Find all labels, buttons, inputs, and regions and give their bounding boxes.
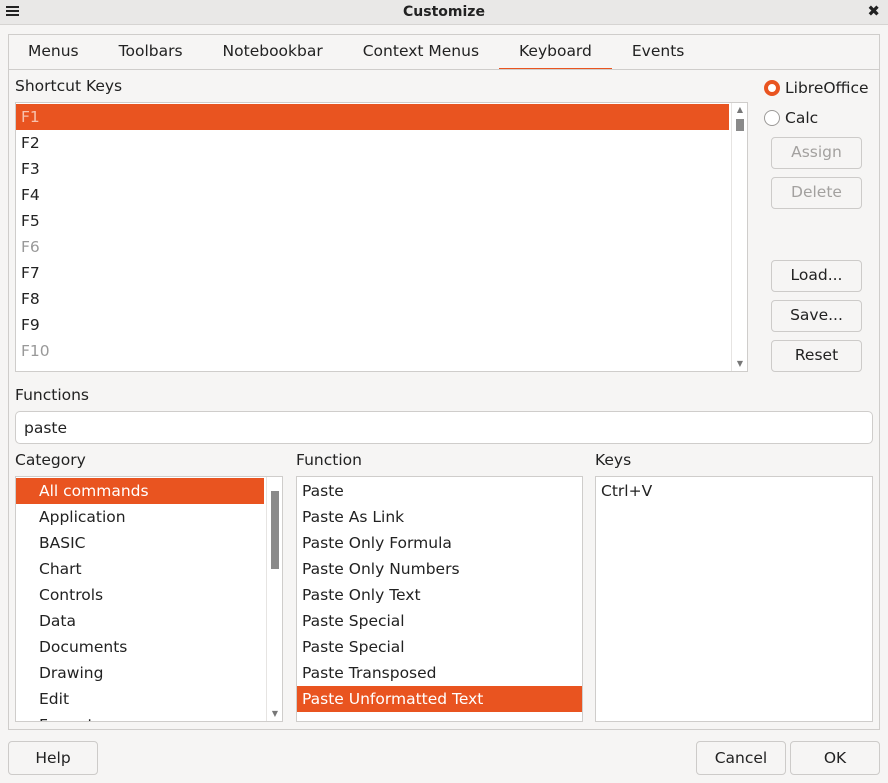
category-row[interactable]: Chart — [16, 556, 264, 582]
category-row[interactable]: Data — [16, 608, 264, 634]
shortcut-key-row[interactable]: F10 — [16, 338, 729, 364]
shortcut-key-row[interactable]: F11 — [16, 364, 729, 371]
scroll-thumb[interactable] — [736, 119, 744, 131]
radio-checked-icon — [764, 80, 780, 96]
shortcut-keys-scrollbar[interactable]: ▲ ▼ — [731, 103, 747, 371]
category-row[interactable]: Format — [16, 712, 264, 721]
shortcut-key-row[interactable]: F6 — [16, 234, 729, 260]
radio-libreoffice[interactable]: LibreOffice — [764, 79, 869, 97]
tab-toolbars[interactable]: Toolbars — [99, 34, 203, 68]
tab-menus[interactable]: Menus — [8, 34, 99, 68]
scroll-thumb[interactable] — [271, 491, 279, 569]
radio-calc[interactable]: Calc — [764, 109, 818, 127]
load-button[interactable]: Load... — [771, 260, 862, 292]
key-row[interactable]: Ctrl+V — [596, 478, 872, 504]
category-row[interactable]: All commands — [16, 478, 264, 504]
category-row[interactable]: Controls — [16, 582, 264, 608]
close-icon[interactable]: ✖ — [867, 2, 880, 20]
tab-notebookbar[interactable]: Notebookbar — [203, 34, 343, 68]
functions-label: Functions — [15, 386, 90, 404]
assign-button[interactable]: Assign — [771, 137, 862, 169]
delete-button[interactable]: Delete — [771, 177, 862, 209]
category-row[interactable]: Drawing — [16, 660, 264, 686]
function-row[interactable]: Paste Transposed — [297, 660, 582, 686]
function-row[interactable]: Paste As Link — [297, 504, 582, 530]
shortcut-key-row[interactable]: F1 — [16, 104, 729, 130]
help-button[interactable]: Help — [8, 741, 98, 775]
shortcut-keys-label: Shortcut Keys — [15, 77, 123, 95]
scroll-up-icon[interactable]: ▲ — [732, 105, 747, 115]
category-row[interactable]: Documents — [16, 634, 264, 660]
tab-bar: Menus Toolbars Notebookbar Context Menus… — [8, 34, 704, 70]
radio-calc-label: Calc — [785, 109, 819, 127]
tab-divider — [9, 69, 879, 70]
function-label: Function — [296, 451, 362, 469]
reset-button[interactable]: Reset — [771, 340, 862, 372]
shortcut-key-row[interactable]: F2 — [16, 130, 729, 156]
keys-label: Keys — [595, 451, 632, 469]
keys-list[interactable]: Ctrl+V — [595, 476, 873, 722]
category-label: Category — [15, 451, 86, 469]
save-button[interactable]: Save... — [771, 300, 862, 332]
function-row[interactable]: Paste Unformatted Text — [297, 686, 582, 712]
scroll-down-icon[interactable]: ▼ — [732, 359, 747, 369]
function-row[interactable]: Paste Only Formula — [297, 530, 582, 556]
function-row[interactable]: Paste Special — [297, 634, 582, 660]
category-row[interactable]: Application — [16, 504, 264, 530]
category-scrollbar[interactable]: ▼ — [266, 477, 282, 721]
shortcut-key-row[interactable]: F5 — [16, 208, 729, 234]
tab-context-menus[interactable]: Context Menus — [343, 34, 499, 68]
function-row[interactable]: Paste Special — [297, 608, 582, 634]
shortcut-key-row[interactable]: F3 — [16, 156, 729, 182]
function-row[interactable]: Paste Only Numbers — [297, 556, 582, 582]
shortcut-key-row[interactable]: F8 — [16, 286, 729, 312]
shortcut-keys-list[interactable]: F1F2F3F4F5F6F7F8F9F10F11 ▲ ▼ — [15, 102, 748, 372]
title-bar: Customize ✖ — [0, 0, 888, 25]
shortcut-key-row[interactable]: F9 — [16, 312, 729, 338]
tab-keyboard[interactable]: Keyboard — [499, 34, 612, 70]
functions-search-input[interactable] — [15, 411, 873, 444]
category-row[interactable]: BASIC — [16, 530, 264, 556]
function-list[interactable]: Paste Paste As Link Paste Only Formula Past… — [296, 476, 583, 722]
radio-unchecked-icon — [764, 110, 780, 126]
shortcut-key-row[interactable]: F4 — [16, 182, 729, 208]
category-row[interactable]: Edit — [16, 686, 264, 712]
shortcut-key-row[interactable]: F7 — [16, 260, 729, 286]
ok-button[interactable]: OK — [790, 741, 880, 775]
tab-events[interactable]: Events — [612, 34, 704, 68]
function-row[interactable]: Paste — [297, 478, 582, 504]
scroll-down-icon[interactable]: ▼ — [267, 709, 282, 719]
category-list[interactable]: All commands Application BASIC Chart Control… — [15, 476, 283, 722]
radio-libreoffice-label: LibreOffice — [785, 79, 869, 97]
function-row[interactable]: Paste Only Text — [297, 582, 582, 608]
window-title: Customize — [403, 4, 485, 20]
cancel-button[interactable]: Cancel — [696, 741, 786, 775]
